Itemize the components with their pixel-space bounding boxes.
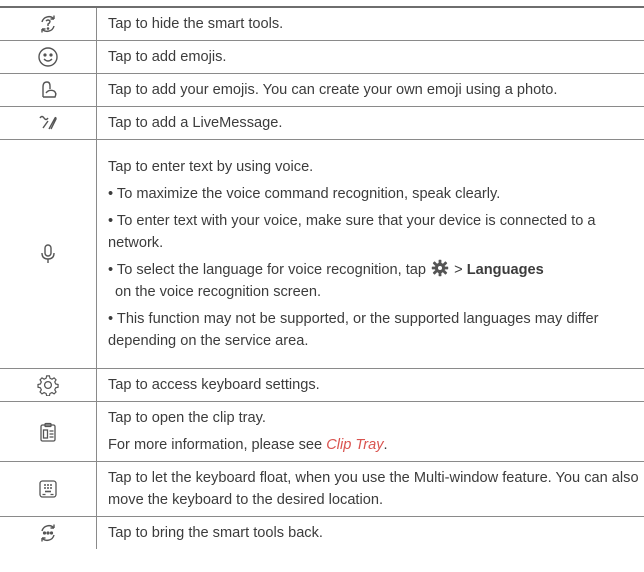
clipboard-icon (40, 422, 56, 442)
icon-cell (0, 106, 97, 140)
floating-keyboard-icon (39, 480, 57, 498)
description-cell: Tap to hide the smart tools. (96, 6, 644, 41)
table-row: Tap to access keyboard settings. (0, 368, 644, 402)
table-row: Tap to open the clip tray. For more info… (0, 401, 644, 462)
table-row: Tap to enter text by using voice. • To m… (0, 139, 644, 369)
bullet-item: • To enter text with your voice, make su… (108, 213, 596, 251)
bullet-item: • This function may not be supported, or… (108, 311, 599, 349)
row-text: Tap to hide the smart tools. (108, 16, 284, 32)
bullet-text: • To select the language for voice recog… (108, 262, 426, 278)
icon-cell (0, 368, 97, 402)
description-cell: Tap to add your emojis. You can create y… (96, 73, 644, 107)
icon-cell (0, 461, 97, 517)
table-row: Tap to add a LiveMessage. (0, 106, 644, 140)
more-info-end: . (383, 437, 388, 453)
table-row: Tap to add emojis. (0, 40, 644, 74)
icon-cell (0, 139, 97, 369)
bullet-item: • To select the language for voice recog… (108, 259, 644, 303)
gear-icon (431, 259, 449, 277)
microphone-icon (41, 244, 55, 263)
smiley-emoji-icon (38, 47, 58, 67)
row-text: Tap to access keyboard settings. (108, 377, 320, 393)
smart-tools-table: Tap to hide the smart tools. Tap to add … (0, 6, 644, 549)
row-text: Tap to open the clip tray. (108, 410, 266, 426)
description-cell: Tap to enter text by using voice. • To m… (96, 139, 644, 369)
icon-cell (0, 516, 97, 549)
show-smart-tools-icon (41, 524, 55, 542)
description-cell: Tap to open the clip tray. For more info… (96, 401, 644, 462)
clip-tray-link[interactable]: Clip Tray (326, 437, 383, 453)
custom-emoji-icon (42, 81, 57, 98)
row-text: Tap to let the keyboard float, when you … (108, 470, 639, 508)
row-text: Tap to add emojis. (108, 49, 227, 65)
bullet-gt: > (454, 262, 463, 278)
more-info: For more information, please see Clip Tr… (108, 434, 644, 456)
more-info-text: For more information, please see (108, 437, 323, 453)
description-cell: Tap to let the keyboard float, when you … (96, 461, 644, 517)
table-row: Tap to add your emojis. You can create y… (0, 73, 644, 107)
icon-cell (0, 6, 97, 41)
settings-gear-icon (37, 375, 59, 396)
description-cell: Tap to access keyboard settings. (96, 368, 644, 402)
icon-cell (0, 401, 97, 462)
bullet-text: on the voice recognition screen. (115, 284, 322, 300)
languages-label: Languages (466, 262, 544, 278)
icon-cell (0, 73, 97, 107)
description-cell: Tap to bring the smart tools back. (97, 517, 644, 550)
table-row: Tap to hide the smart tools. (0, 6, 644, 41)
bullet-item: • To maximize the voice command recognit… (108, 186, 501, 202)
livemessage-icon (39, 115, 57, 130)
icon-cell (0, 40, 97, 74)
row-text: Tap to add your emojis. You can create y… (108, 82, 558, 98)
description-cell: Tap to add a LiveMessage. (96, 106, 644, 140)
table-row: Tap to bring the smart tools back. (0, 516, 644, 550)
row-text: Tap to bring the smart tools back. (108, 525, 323, 541)
hide-smart-tools-icon (41, 15, 55, 33)
description-cell: Tap to add emojis. (96, 40, 644, 74)
voice-intro: Tap to enter text by using voice. (108, 159, 314, 175)
table-row: Tap to let the keyboard float, when you … (0, 461, 644, 517)
row-text: Tap to add a LiveMessage. (108, 115, 283, 131)
